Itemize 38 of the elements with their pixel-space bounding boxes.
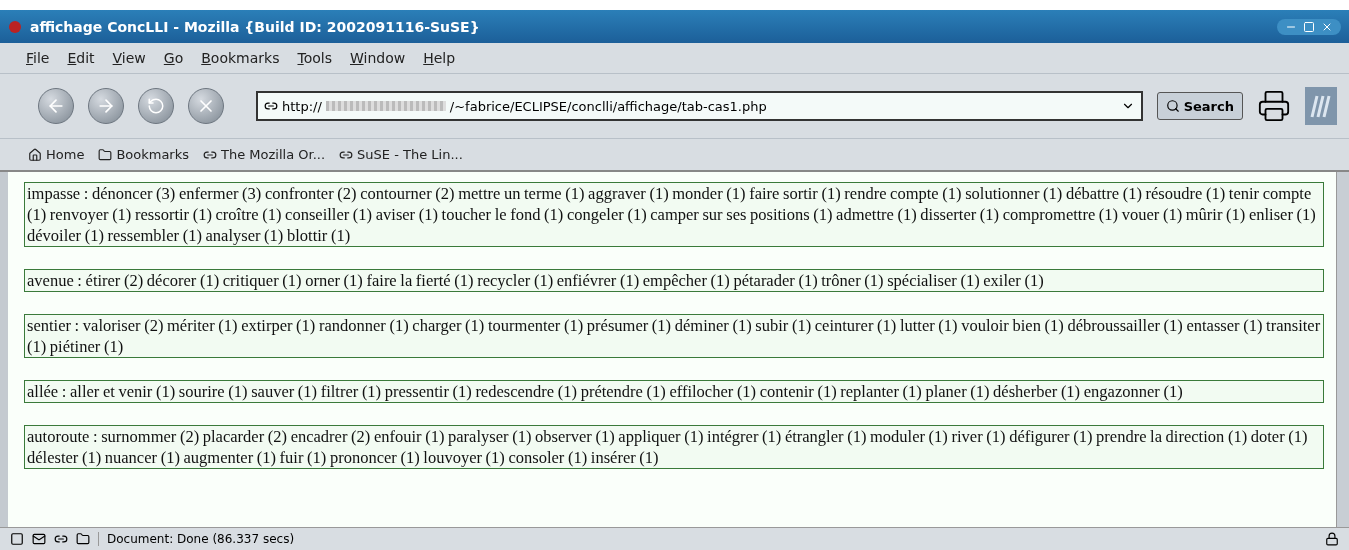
window-title: affichage ConcLLI - Mozilla {Build ID: 2002091116-SuSE} [30,18,480,35]
search-button[interactable]: Search [1156,92,1243,120]
stop-button[interactable] [188,88,224,124]
menu-item[interactable]: Bookmarks [201,50,280,66]
url-field[interactable]: http:// /~fabrice/ECLIPSE/conclli/affichage/tab-cas1.php [256,91,1143,121]
bookmark-toolbar-item[interactable]: Home [26,147,87,162]
scrollbar[interactable] [1336,172,1349,527]
link-icon [264,99,278,113]
lock-icon [1325,532,1339,546]
verb-list-paragraph: autoroute : surnommer (2) placarder (2) encadrer (2) enfouir (1) paralyser (1) observer (1) appliquer (1) intégrer (1) étrangler (1) moduler (1) river (1) défigurer (1) prendre la direction (1) doter (1) délester (1) nuancer (1) augmenter (1) fuir (1) prononcer (1) louvoyer (1) consoler (1) insérer (1) [24,425,1324,469]
forward-button[interactable] [88,88,124,124]
maximize-icon[interactable] [1303,20,1315,33]
menu-item[interactable]: Help [423,50,456,66]
menu-item[interactable]: Tools [297,50,332,66]
reload-icon [147,97,165,115]
menu-item[interactable]: Go [163,50,184,66]
menu-item[interactable]: File [26,50,50,66]
bookmark-toolbar-item[interactable]: Bookmarks [96,147,192,162]
menu-item[interactable]: Window [350,50,406,66]
mail-icon [32,532,46,546]
url-text: http:// [282,98,322,114]
reload-button[interactable] [138,88,174,124]
verb-list-paragraph: allée : aller et venir (1) sourire (1) sauver (1) filtrer (1) pressentir (1) redescendre (1) prétendre (1) effilocher (1) contenir (1) replanter (1) planer (1) désherber (1) engazonner (1) [24,380,1324,403]
back-button[interactable] [38,88,74,124]
status-text: Document: Done (86.337 secs) [98,532,295,546]
mozilla-logo[interactable] [1305,87,1337,125]
bookmark-toolbar-item[interactable]: SuSE - The Lin... [337,147,465,162]
printer-icon[interactable] [1257,89,1291,123]
menu-item[interactable]: View [112,50,146,66]
folder-icon [98,147,113,162]
verb-list-paragraph: impasse : dénoncer (3) enfermer (3) confronter (2) contourner (2) mettre un terme (1) aggraver (1) monder (1) faire sortir (1) rendre compte (1) solutionner (1) débattre (1) résoudre (1) tenir compte (1) renvoyer (1) ressortir (1) croître (1) conseiller (1) aviser (1) toucher le fond (1) congeler (1) camper sur ses positions (1) admettre (1) disserter (1) compromettre (1) vouer (1) mûrir (1) enliser (1) dévoiler (1) ressembler (1) analyser (1) blottir (1) [24,182,1324,247]
verb-list-paragraph: avenue : étirer (2) décorer (1) critiquer (1) orner (1) faire la fierté (1) recycler (1) enfiévrer (1) empêcher (1) pétarader (1) trôner (1) spécialiser (1) exiler (1) [24,269,1324,292]
home-icon [28,147,42,162]
search-icon [1165,99,1180,113]
url-text: /~fabrice/ECLIPSE/conclli/affichage/tab-cas1.php [449,98,767,114]
bookmark-toolbar-item[interactable]: The Mozilla Or... [201,147,328,162]
verb-list-paragraph: sentier : valoriser (2) mériter (1) extirper (1) randonner (1) charger (1) tourmenter (1) présumer (1) déminer (1) subir (1) ceinturer (1) lutter (1) vouloir bien (1) débroussailler (1) entasser (1) transiter (1) piétiner (1) [24,314,1324,358]
menu-item[interactable]: Edit [67,50,95,66]
